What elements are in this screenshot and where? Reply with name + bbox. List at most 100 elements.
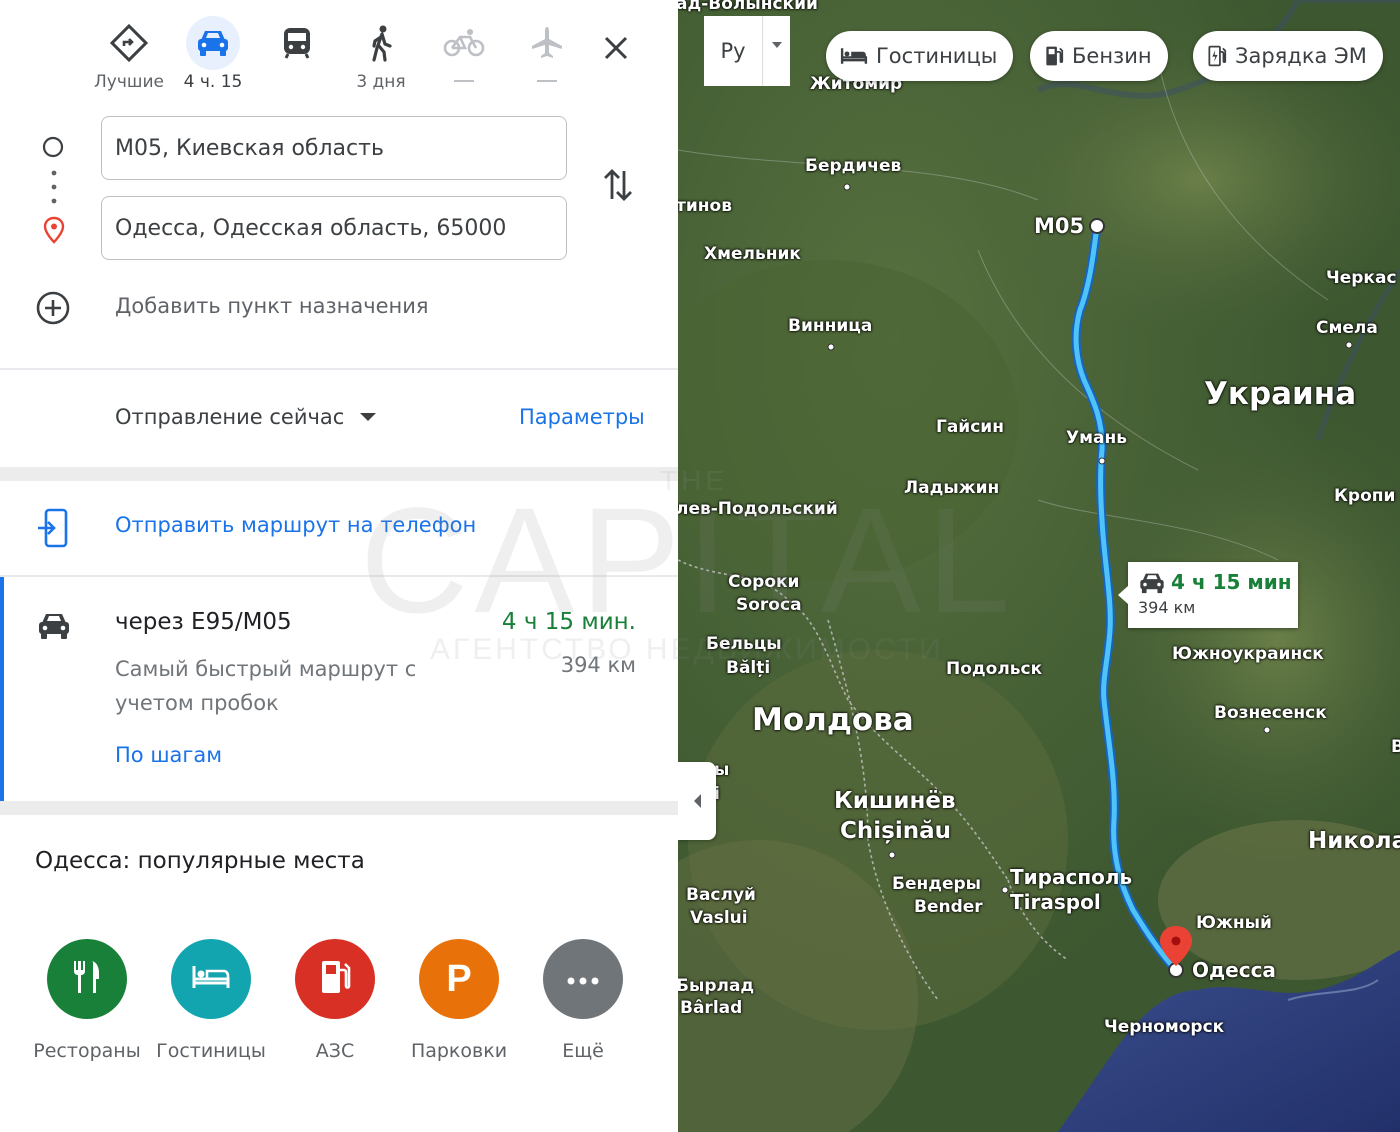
map-label: Ладыжин [904, 478, 1000, 498]
chevron-left-icon [693, 794, 701, 808]
map-label: Bârlad [680, 998, 743, 1018]
mode-dash [454, 80, 474, 82]
car-icon [36, 610, 72, 642]
restaurants-button[interactable] [47, 939, 127, 1019]
hotel-icon [191, 964, 231, 994]
departure-dropdown[interactable]: Отправление сейчас [115, 405, 377, 429]
map-label: Тирасполь [1010, 865, 1133, 889]
chip-label: Зарядка ЭМ [1235, 44, 1367, 68]
route-info-box[interactable]: 4 ч 15 мин 394 км [1118, 562, 1298, 628]
route-dots [51, 170, 57, 214]
route-start-marker [1089, 218, 1105, 234]
map-label: Chișinău [840, 818, 951, 844]
map-label: Хмельник [704, 244, 801, 264]
flight-icon [520, 16, 574, 70]
chip-gas[interactable]: Бензин [1030, 31, 1168, 81]
more-button[interactable] [543, 939, 623, 1019]
map-label: Винница [788, 316, 873, 336]
map-label: лев-Подольский [678, 499, 838, 519]
origin-circle-icon [41, 135, 65, 159]
map-label: Южный [1196, 913, 1272, 933]
mode-driving[interactable]: 4 ч. 15 [178, 16, 248, 94]
options-link[interactable]: Параметры [519, 405, 645, 429]
destination-input[interactable]: Одесса, Одесская область, 65000 [101, 196, 567, 260]
map-label: Подольск [946, 659, 1043, 679]
map-label: Bălți [726, 658, 771, 678]
section-divider [0, 467, 678, 481]
mode-flight[interactable] [512, 16, 582, 82]
map-label: Умань [1066, 428, 1127, 448]
car-icon [186, 16, 240, 70]
swap-icon[interactable] [600, 165, 636, 205]
route-via[interactable]: через E95/M05 [115, 609, 292, 635]
chip-ev-charging[interactable]: Зарядка ЭМ [1193, 31, 1383, 81]
parking-label: Парковки [410, 1040, 508, 1062]
collapse-panel-button[interactable] [678, 762, 716, 840]
parking-button[interactable]: P [419, 939, 499, 1019]
steps-link[interactable]: По шагам [115, 743, 222, 767]
map-label: Южноукраинск [1172, 644, 1324, 664]
more-icon [567, 970, 599, 989]
mode-dash [537, 80, 557, 82]
send-to-phone-link[interactable]: Отправить маршрут на телефон [115, 513, 476, 537]
mode-cycling[interactable] [429, 16, 499, 82]
map-label: Украина [1204, 376, 1357, 412]
more-label: Ещё [562, 1040, 604, 1062]
chip-label: Гостиницы [876, 44, 998, 68]
gas-station-icon [318, 958, 352, 1000]
map-label: Черноморск [1104, 1017, 1225, 1037]
map-label: Гайсин [936, 417, 1004, 437]
map-label: M05 [1034, 214, 1085, 238]
map-label: Сороки [728, 572, 800, 592]
route-box-time: 4 ч 15 мин [1171, 570, 1292, 594]
hotel-icon [840, 48, 868, 64]
route-note: Самый быстрый маршрут с учетом пробок [115, 657, 417, 715]
parking-icon: P [446, 957, 472, 1000]
departure-label: Отправление сейчас [115, 405, 345, 429]
mode-label [262, 72, 332, 94]
map-label: Кропи [1334, 486, 1396, 506]
route-distance: 394 км [560, 653, 636, 677]
car-icon [1138, 571, 1166, 599]
chip-hotels[interactable]: Гостиницы [826, 31, 1014, 81]
send-to-phone-icon[interactable] [36, 508, 70, 548]
bicycle-icon [437, 16, 491, 70]
map-label: Кишинёв [834, 788, 956, 814]
gas-stations-button[interactable] [295, 939, 375, 1019]
walk-icon [354, 16, 408, 70]
map-language-selector[interactable]: Ру [704, 16, 790, 86]
chip-label: Бензин [1072, 44, 1152, 68]
map-label: Bender [914, 897, 983, 917]
language-label: Ру [720, 39, 746, 63]
mode-transit[interactable] [262, 16, 332, 94]
gas-station-icon [1046, 46, 1064, 66]
map-label: Никола [1308, 828, 1400, 854]
map-label: ад-Волынский [678, 0, 818, 14]
map-label: Tiraspol [1010, 890, 1101, 914]
callout-pointer [1118, 586, 1128, 604]
divider [0, 368, 678, 370]
map-label: Смела [1316, 318, 1378, 338]
selected-route-indicator [0, 577, 4, 801]
divider [0, 575, 678, 577]
mode-label: 3 дня [356, 72, 406, 92]
map-label: Бендеры [892, 874, 982, 894]
map-label: Vaslui [690, 908, 748, 928]
close-icon[interactable] [598, 30, 634, 66]
map-label: ы [714, 760, 730, 780]
map-view[interactable]: ад-Волынский Житомир Бердичев тинов Хмел… [678, 0, 1400, 1132]
mode-best[interactable]: Лучшие [94, 16, 164, 94]
hotels-button[interactable] [171, 939, 251, 1019]
add-circle-icon[interactable] [35, 290, 71, 326]
section-divider [0, 801, 678, 815]
chevron-down-icon [360, 413, 377, 421]
popular-title: Одесса: популярные места [35, 848, 365, 874]
map-label: В [1391, 737, 1400, 757]
add-destination-link[interactable]: Добавить пункт назначения [115, 294, 429, 318]
hotels-label: Гостиницы [156, 1040, 266, 1062]
origin-input[interactable]: М05, Киевская область [101, 116, 567, 180]
map-label: Черкас [1326, 268, 1397, 288]
transit-icon [270, 16, 324, 70]
restaurant-icon [70, 959, 104, 999]
mode-walking[interactable]: 3 дня [346, 16, 416, 94]
